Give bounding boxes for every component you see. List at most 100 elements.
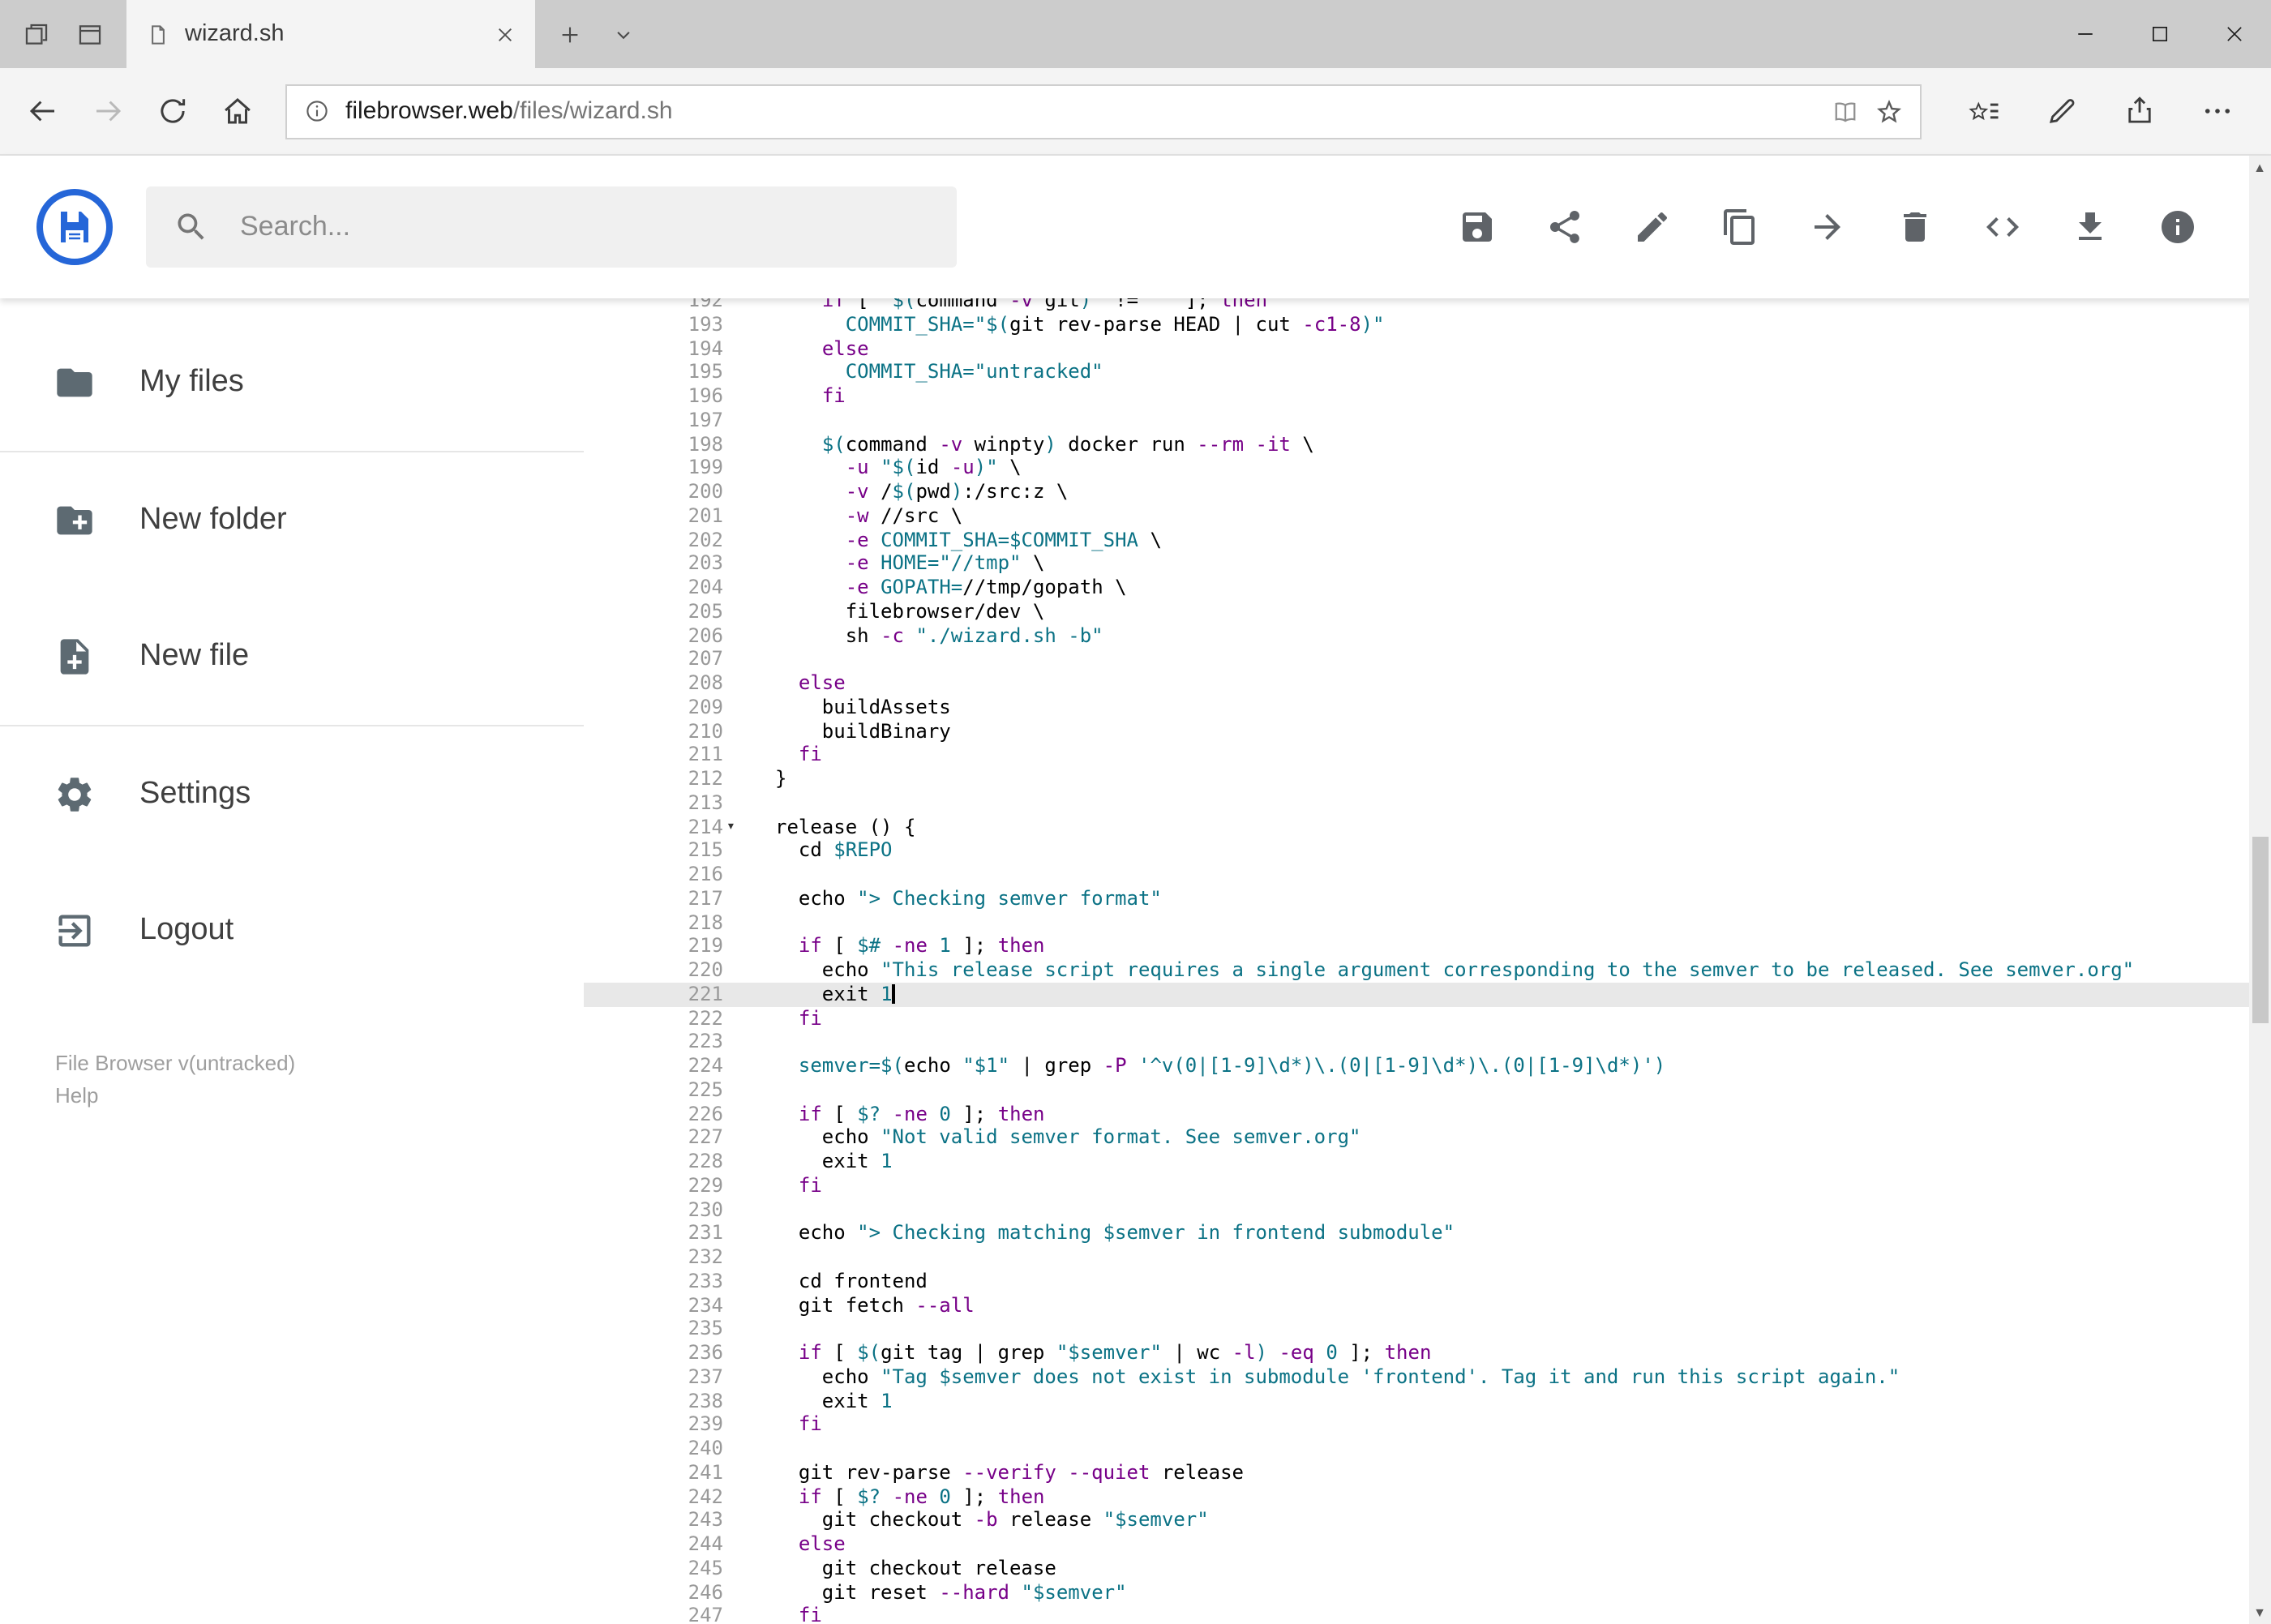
raw-view-button[interactable] bbox=[1982, 208, 2021, 246]
add-favorite-button[interactable] bbox=[1874, 96, 1903, 126]
code-line[interactable]: 208 else bbox=[584, 671, 2271, 696]
share-button[interactable] bbox=[2112, 79, 2167, 144]
home-button[interactable] bbox=[204, 79, 269, 144]
code-line[interactable]: 221 exit 1 bbox=[584, 982, 2271, 1006]
code-line[interactable]: 220 echo "This release script requires a… bbox=[584, 958, 2271, 983]
maximize-button[interactable] bbox=[2122, 0, 2196, 68]
search-box[interactable] bbox=[146, 186, 957, 268]
code-line[interactable]: 247 fi bbox=[584, 1605, 2271, 1624]
code-line[interactable]: 211 fi bbox=[584, 743, 2271, 768]
forward-button[interactable] bbox=[75, 79, 139, 144]
code-line[interactable]: 216 bbox=[584, 863, 2271, 887]
code-line[interactable]: 245 git checkout release bbox=[584, 1557, 2271, 1581]
code-line[interactable]: 229 fi bbox=[584, 1174, 2271, 1198]
code-editor[interactable]: 192 if [ "$(command -v git)" != "" ]; th… bbox=[584, 298, 2271, 1624]
code-line[interactable]: 237 echo "Tag $semver does not exist in … bbox=[584, 1365, 2271, 1390]
code-line[interactable]: 196 fi bbox=[584, 384, 2271, 409]
code-line[interactable]: 207 bbox=[584, 648, 2271, 672]
code-line[interactable]: 233 cd frontend bbox=[584, 1270, 2271, 1294]
code-line[interactable]: 198 $(command -v winpty) docker run --rm… bbox=[584, 432, 2271, 456]
code-line[interactable]: 242 if [ $? -ne 0 ]; then bbox=[584, 1485, 2271, 1509]
scroll-up-button[interactable]: ▲ bbox=[2248, 156, 2271, 180]
new-tab-button[interactable] bbox=[558, 22, 582, 46]
code-line[interactable]: 234 git fetch --all bbox=[584, 1293, 2271, 1318]
code-line[interactable]: 219 if [ $# -ne 1 ]; then bbox=[584, 935, 2271, 959]
code-line[interactable]: 246 git reset --hard "$semver" bbox=[584, 1580, 2271, 1605]
code-line[interactable]: 212} bbox=[584, 767, 2271, 791]
code-line[interactable]: 231 echo "> Checking matching $semver in… bbox=[584, 1222, 2271, 1246]
delete-button[interactable] bbox=[1895, 208, 1934, 246]
tabs-set-aside-button[interactable] bbox=[76, 20, 104, 48]
move-button[interactable] bbox=[1807, 208, 1846, 246]
sidebar-item-new-folder[interactable]: New folder bbox=[0, 452, 584, 589]
code-line[interactable]: 205 filebrowser/dev \ bbox=[584, 600, 2271, 624]
address-bar[interactable]: filebrowser.web/files/wizard.sh bbox=[285, 84, 1921, 139]
reading-view-button[interactable] bbox=[1830, 96, 1859, 126]
code-line[interactable]: 235 bbox=[584, 1318, 2271, 1342]
back-button[interactable] bbox=[10, 79, 75, 144]
set-tabs-aside-button[interactable] bbox=[23, 20, 50, 48]
save-button[interactable] bbox=[1457, 208, 1496, 246]
minimize-button[interactable] bbox=[2047, 0, 2122, 68]
code-line[interactable]: 197 bbox=[584, 409, 2271, 433]
code-line[interactable]: 244 else bbox=[584, 1532, 2271, 1557]
code-line[interactable]: 228 exit 1 bbox=[584, 1150, 2271, 1174]
scrollbar-track[interactable]: ▲ ▼ bbox=[2248, 156, 2271, 1624]
code-line[interactable]: 236 if [ $(git tag | grep "$semver" | wc… bbox=[584, 1341, 2271, 1365]
code-line[interactable]: 243 git checkout -b release "$semver" bbox=[584, 1509, 2271, 1533]
more-button[interactable] bbox=[2190, 79, 2245, 144]
code-line[interactable]: 232 bbox=[584, 1245, 2271, 1270]
code-line[interactable]: 217 echo "> Checking semver format" bbox=[584, 887, 2271, 911]
code-line[interactable]: 239 fi bbox=[584, 1413, 2271, 1438]
code-line[interactable]: 240 bbox=[584, 1437, 2271, 1461]
code-line[interactable]: 192 if [ "$(command -v git)" != "" ]; th… bbox=[584, 298, 2271, 313]
code-line[interactable]: 202 -e COMMIT_SHA=$COMMIT_SHA \ bbox=[584, 528, 2271, 552]
sidebar-item-settings[interactable]: Settings bbox=[0, 726, 584, 863]
code-line[interactable]: 218 bbox=[584, 911, 2271, 935]
code-line[interactable]: 214 ▾ release () { bbox=[584, 815, 2271, 839]
scrollbar-thumb[interactable] bbox=[2252, 837, 2268, 1023]
info-button[interactable] bbox=[2157, 208, 2196, 246]
close-window-button[interactable] bbox=[2196, 0, 2271, 68]
code-line[interactable]: 224 semver=$(echo "$1" | grep -P '^v(0|[… bbox=[584, 1054, 2271, 1078]
scroll-down-button[interactable]: ▼ bbox=[2248, 1600, 2271, 1624]
code-line[interactable]: 203 -e HOME="//tmp" \ bbox=[584, 552, 2271, 576]
download-button[interactable] bbox=[2070, 208, 2109, 246]
tab-preview-button[interactable] bbox=[611, 22, 636, 46]
fold-marker[interactable]: ▾ bbox=[723, 815, 746, 839]
site-info-button[interactable] bbox=[303, 97, 331, 125]
code-line[interactable]: 223 bbox=[584, 1031, 2271, 1055]
hub-button[interactable] bbox=[1956, 79, 2012, 144]
code-line[interactable]: 204 -e GOPATH=//tmp/gopath \ bbox=[584, 576, 2271, 600]
code-line[interactable]: 195 COMMIT_SHA="untracked" bbox=[584, 361, 2271, 385]
code-line[interactable]: 201 -w //src \ bbox=[584, 504, 2271, 529]
tab-wizard-sh[interactable]: wizard.sh bbox=[126, 0, 535, 68]
rename-button[interactable] bbox=[1632, 208, 1671, 246]
refresh-button[interactable] bbox=[139, 79, 204, 144]
sidebar-item-logout[interactable]: Logout bbox=[0, 863, 584, 999]
search-input[interactable] bbox=[237, 209, 929, 245]
code-line[interactable]: 213 bbox=[584, 791, 2271, 816]
code-line[interactable]: 238 exit 1 bbox=[584, 1389, 2271, 1413]
code-line[interactable]: 194 else bbox=[584, 336, 2271, 361]
share-file-button[interactable] bbox=[1545, 208, 1583, 246]
code-line[interactable]: 226 if [ $? -ne 0 ]; then bbox=[584, 1102, 2271, 1126]
code-line[interactable]: 200 -v /$(pwd):/src:z \ bbox=[584, 480, 2271, 504]
code-line[interactable]: 215 cd $REPO bbox=[584, 839, 2271, 863]
code-line[interactable]: 210 buildBinary bbox=[584, 719, 2271, 743]
sidebar-item-new-file[interactable]: New file bbox=[0, 589, 584, 725]
tab-close-button[interactable] bbox=[488, 18, 521, 50]
code-line[interactable]: 241 git rev-parse --verify --quiet relea… bbox=[584, 1461, 2271, 1485]
code-line[interactable]: 209 buildAssets bbox=[584, 696, 2271, 720]
code-line[interactable]: 225 bbox=[584, 1078, 2271, 1103]
code-line[interactable]: 230 bbox=[584, 1198, 2271, 1222]
copy-button[interactable] bbox=[1720, 208, 1759, 246]
sidebar-item-my-files[interactable]: My files bbox=[0, 315, 584, 451]
help-link[interactable]: Help bbox=[55, 1080, 584, 1112]
code-line[interactable]: 193 COMMIT_SHA="$(git rev-parse HEAD | c… bbox=[584, 313, 2271, 337]
web-notes-button[interactable] bbox=[2034, 79, 2089, 144]
code-line[interactable]: 222 fi bbox=[584, 1006, 2271, 1031]
code-line[interactable]: 206 sh -c "./wizard.sh -b" bbox=[584, 623, 2271, 648]
code-line[interactable]: 199 -u "$(id -u)" \ bbox=[584, 456, 2271, 481]
code-line[interactable]: 227 echo "Not valid semver format. See s… bbox=[584, 1126, 2271, 1151]
